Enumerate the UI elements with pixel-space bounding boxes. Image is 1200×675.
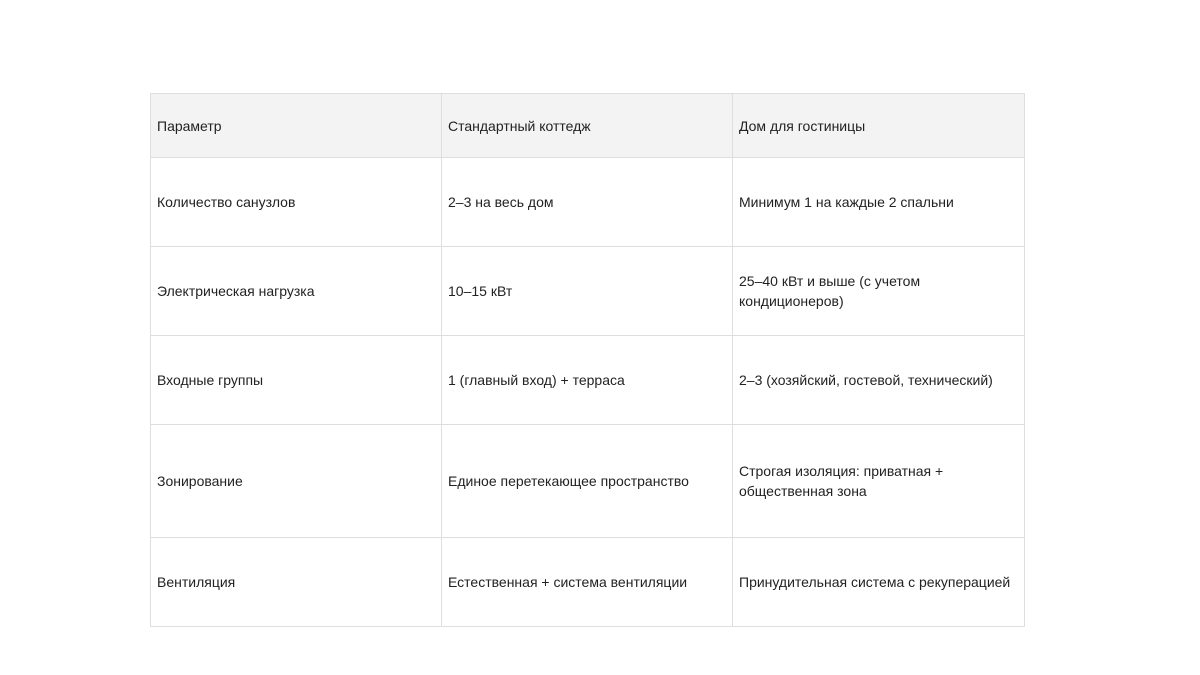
table-body: Количество санузлов 2–3 на весь дом Мини…: [150, 157, 1025, 627]
cell-standard-cottage: Естественная + система вентиляции: [441, 537, 733, 627]
header-row: Параметр Стандартный коттедж Дом для гос…: [150, 93, 1025, 158]
cell-parameter: Зонирование: [150, 424, 442, 538]
cell-standard-cottage: 10–15 кВт: [441, 246, 733, 336]
table-row: Электрическая нагрузка 10–15 кВт 25–40 к…: [150, 246, 1025, 336]
cell-hotel-house: Строгая изоляция: приватная + общественн…: [732, 424, 1025, 538]
cell-standard-cottage: 1 (главный вход) + терраса: [441, 335, 733, 425]
cell-parameter: Электрическая нагрузка: [150, 246, 442, 336]
table-row: Входные группы 1 (главный вход) + террас…: [150, 335, 1025, 425]
cell-parameter: Количество санузлов: [150, 157, 442, 247]
cell-parameter: Вентиляция: [150, 537, 442, 627]
table-header: Параметр Стандартный коттедж Дом для гос…: [150, 93, 1025, 158]
header-standard-cottage: Стандартный коттедж: [441, 93, 733, 158]
table-row: Зонирование Единое перетекающее простран…: [150, 424, 1025, 538]
cell-hotel-house: Минимум 1 на каждые 2 спальни: [732, 157, 1025, 247]
comparison-table: Параметр Стандартный коттедж Дом для гос…: [150, 93, 1025, 627]
header-parameter: Параметр: [150, 93, 442, 158]
cell-hotel-house: 2–3 (хозяйский, гостевой, технический): [732, 335, 1025, 425]
table-row: Вентиляция Естественная + система вентил…: [150, 537, 1025, 627]
header-hotel-house: Дом для гостиницы: [732, 93, 1025, 158]
cell-standard-cottage: 2–3 на весь дом: [441, 157, 733, 247]
cell-standard-cottage: Единое перетекающее пространство: [441, 424, 733, 538]
cell-hotel-house: 25–40 кВт и выше (с учетом кондиционеров…: [732, 246, 1025, 336]
table-row: Количество санузлов 2–3 на весь дом Мини…: [150, 157, 1025, 247]
cell-hotel-house: Принудительная система с рекуперацией: [732, 537, 1025, 627]
cell-parameter: Входные группы: [150, 335, 442, 425]
